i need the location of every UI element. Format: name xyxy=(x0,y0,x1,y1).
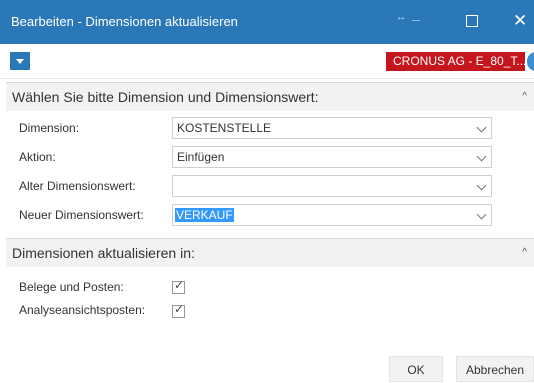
actions-menu-button[interactable] xyxy=(10,52,30,70)
analysis-entries-label: Analyseansichtsposten: xyxy=(19,303,146,317)
new-dimension-value-select[interactable]: VERKAUF xyxy=(172,204,492,226)
update-section-header[interactable]: Dimensionen aktualisieren in: ^ xyxy=(6,238,534,267)
dimension-label: Dimension: xyxy=(19,121,80,135)
company-badge[interactable]: CRONUS AG - E_80_T... xyxy=(386,52,525,71)
documents-entries-label: Belege und Posten: xyxy=(19,280,124,294)
analysis-entries-checkbox[interactable]: ✓ xyxy=(172,302,185,318)
toolbar: CRONUS AG - E_80_T... xyxy=(0,44,534,79)
checkmark-icon: ✓ xyxy=(174,302,185,316)
dimension-value: KOSTENSTELLE xyxy=(177,121,272,135)
minimize-icon[interactable] xyxy=(412,20,420,21)
maximize-icon[interactable] xyxy=(466,15,478,27)
chevron-down-icon[interactable] xyxy=(476,180,487,191)
documents-entries-checkbox[interactable]: ✓ xyxy=(172,278,185,294)
dimension-section-header[interactable]: Wählen Sie bitte Dimension und Dimension… xyxy=(6,82,534,111)
collapse-icon[interactable]: ^ xyxy=(522,239,527,267)
collapse-icon[interactable]: ^ xyxy=(522,83,527,111)
chevron-down-icon[interactable] xyxy=(476,122,487,133)
title-bar: Bearbeiten - Dimensionen aktualisieren ↔… xyxy=(0,0,534,44)
new-dimension-value-label: Neuer Dimensionswert: xyxy=(19,208,144,222)
checkmark-icon: ✓ xyxy=(174,278,185,292)
help-icon[interactable] xyxy=(527,52,534,71)
window-title: Bearbeiten - Dimensionen aktualisieren xyxy=(11,14,238,29)
new-dimension-value: VERKAUF xyxy=(175,208,234,222)
action-select[interactable]: Einfügen xyxy=(172,146,492,168)
dimension-select[interactable]: KOSTENSTELLE xyxy=(172,117,492,139)
section-title: Wählen Sie bitte Dimension und Dimension… xyxy=(12,89,319,105)
action-label: Aktion: xyxy=(19,150,56,164)
old-dimension-value-select[interactable] xyxy=(172,175,492,197)
expand-icon[interactable]: ↔ xyxy=(396,12,406,23)
chevron-down-icon[interactable] xyxy=(476,151,487,162)
section-title: Dimensionen aktualisieren in: xyxy=(12,245,195,261)
cancel-button[interactable]: Abbrechen xyxy=(456,356,534,382)
old-dimension-value-label: Alter Dimensionswert: xyxy=(19,179,136,193)
close-icon[interactable]: ✕ xyxy=(513,11,527,31)
chevron-down-icon[interactable] xyxy=(476,209,487,220)
ok-button[interactable]: OK xyxy=(389,356,443,382)
action-value: Einfügen xyxy=(177,150,225,164)
